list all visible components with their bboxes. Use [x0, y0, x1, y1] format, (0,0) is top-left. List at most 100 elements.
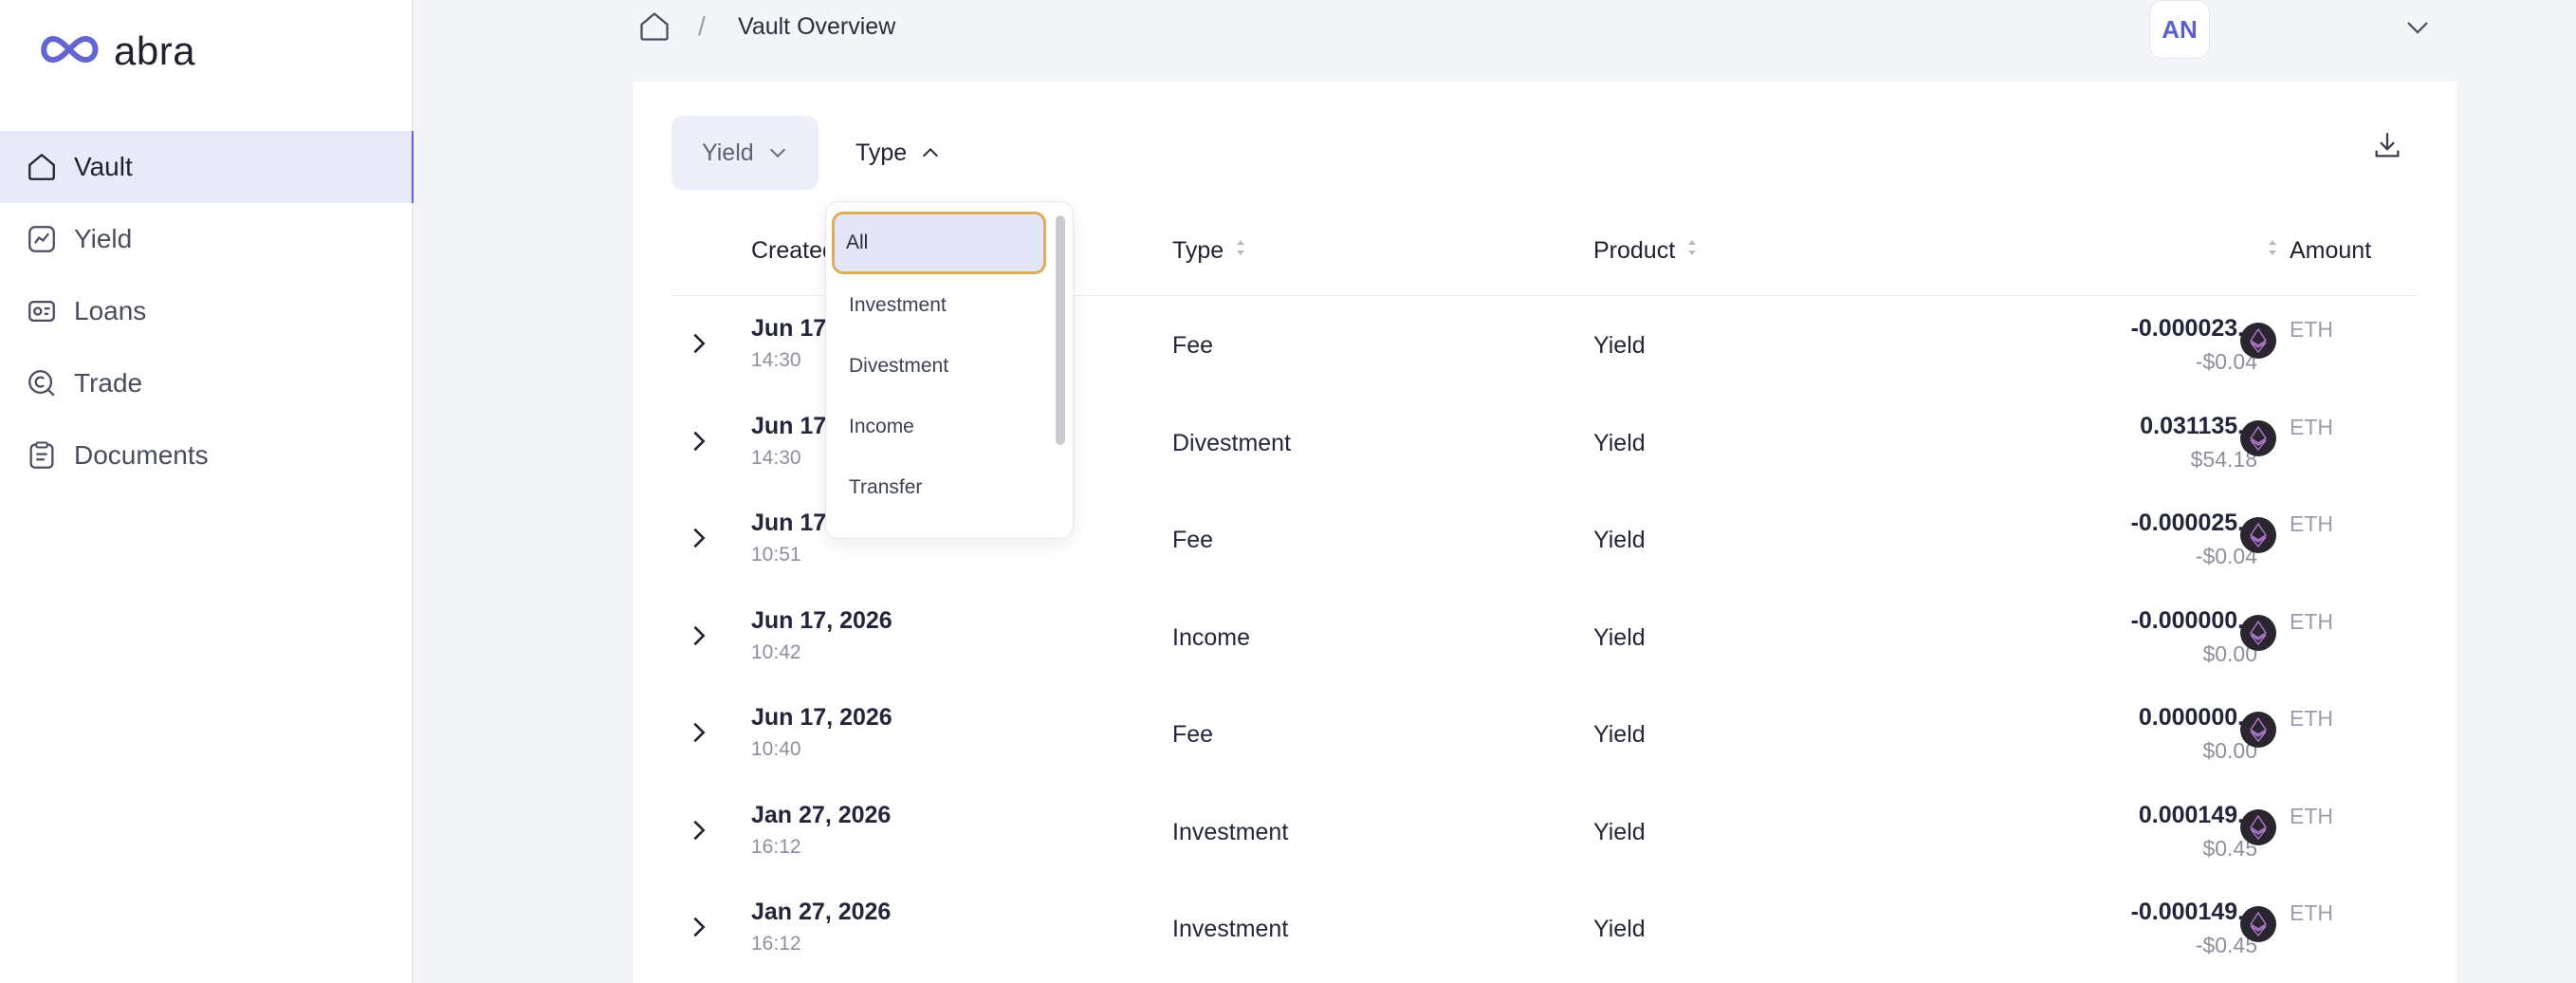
sidebar-item-label: Trade — [74, 368, 143, 398]
row-asset: ETH — [2290, 706, 2333, 731]
table-row[interactable]: Jan 27, 2026 16:12 Investment Yield 0.000149… — [672, 783, 2419, 880]
top-header: / Vault Overview AN — [414, 0, 2576, 59]
table-row[interactable]: Jun 17, 2026 10:42 Income Yield -0.000000...… — [672, 588, 2419, 685]
chevron-right-icon[interactable] — [689, 914, 709, 945]
sort-icon — [1686, 237, 1698, 265]
column-type[interactable]: Type — [1172, 237, 1246, 265]
type-option-divestment[interactable]: Divestment — [832, 335, 1046, 398]
type-filter-label: Type — [856, 139, 908, 166]
row-date: Jan 27, 2026 — [751, 899, 892, 925]
row-asset: ETH — [2290, 414, 2333, 439]
column-label: Type — [1172, 237, 1224, 264]
breadcrumb-separator: / — [698, 11, 706, 41]
chevron-right-icon[interactable] — [689, 622, 709, 654]
row-amount: -0.000149... — [2130, 899, 2257, 925]
page-title: Vault Overview — [738, 13, 896, 40]
trade-icon — [25, 366, 59, 400]
row-date: Jun 17, 2026 — [751, 606, 892, 634]
sidebar-item-vault[interactable]: Vault — [0, 131, 414, 203]
row-date: Jan 27, 2026 — [751, 801, 892, 828]
row-type: Income — [1172, 623, 1250, 651]
chevron-right-icon[interactable] — [689, 330, 709, 362]
sidebar: abra Vault Yield Loans Trade Documents — [0, 0, 414, 983]
eth-icon — [2240, 712, 2276, 748]
row-type: Investment — [1172, 818, 1289, 845]
row-amount: -0.000000... — [2130, 606, 2257, 634]
eth-icon — [2240, 419, 2276, 456]
sidebar-item-label: Vault — [74, 152, 133, 181]
row-date: Jun 17, — [751, 510, 834, 536]
column-product[interactable]: Product — [1593, 237, 1698, 265]
row-product: Yield — [1593, 623, 1646, 651]
sort-icon — [1235, 237, 1246, 265]
sidebar-item-trade[interactable]: Trade — [0, 347, 414, 419]
row-asset: ETH — [2290, 803, 2333, 828]
row-time: 14:30 — [751, 349, 801, 371]
row-product: Yield — [1593, 429, 1646, 456]
breadcrumb-home-icon[interactable] — [637, 9, 672, 48]
row-asset: ETH — [2290, 317, 2333, 342]
logo[interactable]: abra — [36, 28, 195, 74]
row-date: Jun 17, — [751, 315, 834, 342]
row-product: Yield — [1593, 818, 1646, 845]
row-date: Jun 17, 2026 — [751, 704, 892, 731]
yield-filter-button[interactable]: Yield — [672, 116, 819, 190]
row-time: 10:42 — [751, 640, 801, 663]
type-option-all[interactable]: All — [832, 212, 1046, 274]
chevron-down-icon — [767, 139, 788, 167]
table-row[interactable]: Jun 17, 2026 10:40 Fee Yield 0.000000... $0.0… — [672, 685, 2419, 782]
row-type: Fee — [1172, 721, 1214, 748]
home-icon — [25, 150, 59, 184]
table-row[interactable]: Jan 27, 2026 16:12 Investment Yield -0.00014… — [672, 880, 2419, 976]
column-created[interactable]: Created — [751, 237, 836, 265]
type-dropdown-menu: All Investment Divestment Income Transfe… — [825, 201, 1074, 539]
row-asset: ETH — [2290, 900, 2333, 925]
type-filter-button[interactable]: Type — [825, 116, 971, 190]
row-product: Yield — [1593, 916, 1646, 942]
sidebar-item-yield[interactable]: Yield — [0, 203, 414, 275]
avatar-initials: AN — [2162, 14, 2198, 44]
chevron-down-icon[interactable] — [2403, 17, 2432, 43]
row-product: Yield — [1593, 332, 1646, 359]
eth-icon — [2240, 906, 2276, 942]
column-label: Product — [1593, 237, 1676, 264]
column-amount[interactable]: Amount — [2267, 237, 2371, 265]
chevron-right-icon[interactable] — [689, 817, 709, 848]
sidebar-item-label: Loans — [74, 296, 147, 325]
download-icon[interactable] — [2371, 129, 2403, 166]
row-product: Yield — [1593, 721, 1646, 748]
brand-name: abra — [114, 28, 196, 73]
sidebar-nav: Vault Yield Loans Trade Documents — [0, 131, 414, 492]
avatar[interactable]: AN — [2149, 0, 2210, 59]
eth-icon — [2240, 808, 2276, 845]
documents-icon — [25, 438, 59, 473]
row-time: 10:51 — [751, 544, 801, 566]
type-option-transfer[interactable]: Transfer — [832, 456, 1046, 519]
chevron-right-icon[interactable] — [689, 525, 709, 556]
sidebar-item-loans[interactable]: Loans — [0, 275, 414, 347]
chevron-right-icon[interactable] — [689, 719, 709, 751]
sort-icon — [2267, 237, 2278, 265]
row-type: Fee — [1172, 527, 1214, 553]
row-type: Fee — [1172, 332, 1214, 359]
chevron-right-icon[interactable] — [689, 428, 709, 459]
sidebar-item-documents[interactable]: Documents — [0, 419, 414, 492]
row-time: 10:40 — [751, 738, 801, 760]
row-date: Jun 17, — [751, 412, 834, 439]
row-product: Yield — [1593, 527, 1646, 553]
column-label: Amount — [2290, 237, 2372, 264]
yield-filter-label: Yield — [702, 139, 754, 166]
row-type: Investment — [1172, 916, 1289, 942]
row-asset: ETH — [2290, 608, 2333, 634]
abra-logo-icon — [36, 33, 102, 70]
loans-icon — [25, 294, 59, 328]
column-label: Created — [751, 237, 836, 264]
sidebar-item-label: Documents — [74, 440, 209, 470]
type-option-investment[interactable]: Investment — [832, 274, 1046, 337]
chevron-up-icon — [920, 139, 941, 167]
row-time: 14:30 — [751, 446, 801, 469]
row-type: Divestment — [1172, 429, 1292, 456]
dropdown-scrollbar[interactable] — [1056, 215, 1065, 445]
row-time: 16:12 — [751, 933, 801, 955]
type-option-income[interactable]: Income — [832, 396, 1046, 458]
